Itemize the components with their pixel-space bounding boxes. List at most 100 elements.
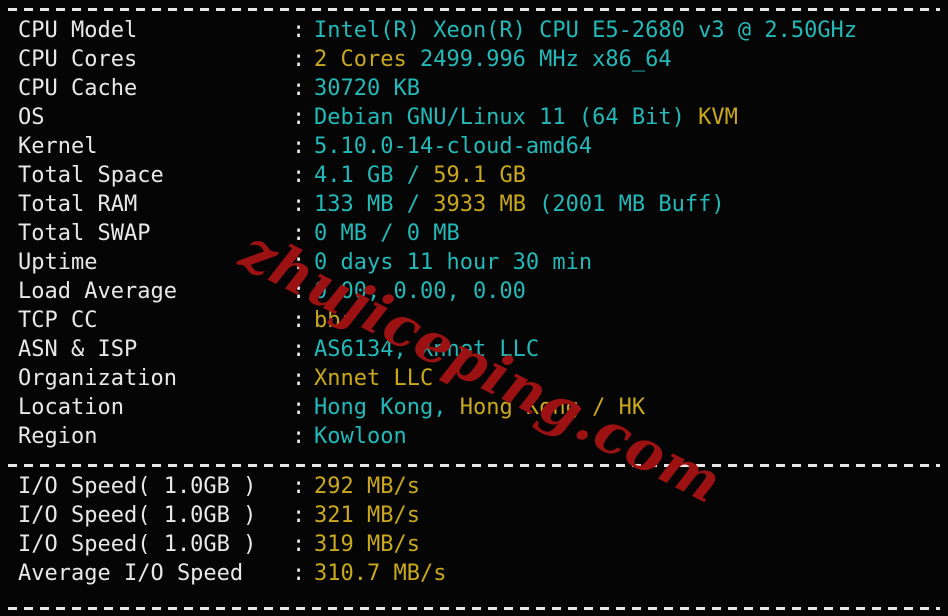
io-speed-label: Average I/O Speed: [18, 561, 244, 586]
colon-separator: :: [292, 76, 306, 101]
colon-separator: :: [292, 221, 306, 246]
system-info-value-segment: Hong Kong,: [314, 395, 460, 420]
system-info-label: Total Space: [18, 163, 164, 188]
system-info-value: Kowloon: [314, 422, 407, 451]
separator-middle: [8, 464, 940, 467]
system-info-label: Uptime: [18, 250, 98, 275]
system-info-value-segment: Xnnet LLC: [314, 366, 434, 391]
colon-separator: :: [292, 395, 306, 420]
system-info-value-segment: 5.10.0-14-cloud-amd64: [314, 134, 593, 159]
io-speed-value: 310.7 MB/s: [314, 559, 446, 588]
system-info-value-segment: Debian GNU/Linux 11 (64 Bit): [314, 105, 699, 130]
system-info-value-segment: 0 MB / 0 MB: [314, 221, 460, 246]
colon-separator: :: [292, 279, 306, 304]
system-info-row: Total Space:4.1 GB / 59.1 GB: [0, 161, 948, 190]
system-info-value: Debian GNU/Linux 11 (64 Bit) KVM: [314, 103, 738, 132]
io-speed-value-segment: 292 MB/s: [314, 474, 420, 499]
io-speed-value-segment: 321 MB/s: [314, 503, 420, 528]
system-info-value: 133 MB / 3933 MB (2001 MB Buff): [314, 190, 725, 219]
colon-separator: :: [292, 474, 306, 499]
system-info-label: Kernel: [18, 134, 98, 159]
system-info-value: 0 days 11 hour 30 min: [314, 248, 592, 277]
system-info-value: Hong Kong, Hong Kong / HK: [314, 393, 645, 422]
system-info-value-segment: 0.00, 0.00, 0.00: [314, 279, 526, 304]
system-info-row: CPU Cores:2 Cores 2499.996 MHz x86_64: [0, 45, 948, 74]
system-info-label: ASN & ISP: [18, 337, 138, 362]
io-speed-row: Average I/O Speed:310.7 MB/s: [0, 559, 948, 588]
system-info-row: OS: Debian GNU/Linux 11 (64 Bit) KVM: [0, 103, 948, 132]
system-info-value: Xnnet LLC: [314, 364, 433, 393]
system-info-row: TCP CC: bbr: [0, 306, 948, 335]
system-info-value: 5.10.0-14-cloud-amd64: [314, 132, 592, 161]
system-info-row: Location: Hong Kong, Hong Kong / HK: [0, 393, 948, 422]
system-info-row: Organization: Xnnet LLC: [0, 364, 948, 393]
io-speed-value: 321 MB/s: [314, 501, 420, 530]
system-info-value-segment: Hong Kong / HK: [459, 395, 646, 420]
system-info-row: Region: Kowloon: [0, 422, 948, 451]
io-speed-label: I/O Speed( 1.0GB ): [18, 532, 257, 557]
io-benchmark-section: I/O Speed( 1.0GB ):292 MB/s I/O Speed( 1.…: [0, 472, 948, 588]
system-info-label: CPU Model: [18, 18, 138, 43]
io-speed-value: 319 MB/s: [314, 530, 420, 559]
system-info-label: CPU Cores: [18, 47, 138, 72]
system-info-value-segment: 2 Cores: [314, 47, 420, 72]
system-info-row: CPU Model: Intel(R) Xeon(R) CPU E5-2680 v…: [0, 16, 948, 45]
system-info-value: 0.00, 0.00, 0.00: [314, 277, 526, 306]
colon-separator: :: [292, 250, 306, 275]
colon-separator: :: [292, 366, 306, 391]
system-info-label: Total SWAP: [18, 221, 151, 246]
colon-separator: :: [292, 192, 306, 217]
system-info-value-segment: 0 days 11 hour 30 min: [314, 250, 593, 275]
io-speed-label: I/O Speed( 1.0GB ): [18, 474, 257, 499]
colon-separator: :: [292, 532, 306, 557]
io-speed-row: I/O Speed( 1.0GB ):292 MB/s: [0, 472, 948, 501]
system-info-value-segment: 30720 KB: [314, 76, 420, 101]
colon-separator: :: [292, 163, 306, 188]
system-info-value-segment: Intel(R) Xeon(R) CPU E5-2680 v3 @ 2.50GH…: [314, 18, 858, 43]
system-info-row: Load Average:0.00, 0.00, 0.00: [0, 277, 948, 306]
system-info-value-segment: 59.1 GB: [433, 163, 526, 188]
system-info-value-segment: 3933 MB: [433, 192, 526, 217]
system-info-value-segment: 2499.996 MHz x86_64: [419, 47, 672, 72]
system-info-value-segment: bbr: [314, 308, 354, 333]
system-info-value: bbr: [314, 306, 354, 335]
system-info-section: CPU Model: Intel(R) Xeon(R) CPU E5-2680 v…: [0, 16, 948, 451]
colon-separator: :: [292, 337, 306, 362]
colon-separator: :: [292, 308, 306, 333]
io-speed-label: I/O Speed( 1.0GB ): [18, 503, 257, 528]
separator-top: [8, 8, 940, 11]
colon-separator: :: [292, 424, 306, 449]
separator-bottom: [8, 607, 940, 610]
system-info-value: Intel(R) Xeon(R) CPU E5-2680 v3 @ 2.50GH…: [314, 16, 857, 45]
system-info-value-segment: AS6134, Xnnet LLC: [314, 337, 540, 362]
system-info-value-segment: KVM: [698, 105, 738, 130]
system-info-label: Total RAM: [18, 192, 138, 217]
system-info-row: Total RAM:133 MB / 3933 MB (2001 MB Buff…: [0, 190, 948, 219]
colon-separator: :: [292, 561, 306, 586]
terminal-window: CPU Model: Intel(R) Xeon(R) CPU E5-2680 v…: [0, 0, 948, 616]
colon-separator: :: [292, 503, 306, 528]
system-info-value: AS6134, Xnnet LLC: [314, 335, 539, 364]
system-info-value-segment: 133 MB /: [314, 192, 434, 217]
io-speed-row: I/O Speed( 1.0GB ):321 MB/s: [0, 501, 948, 530]
system-info-value-segment: Kowloon: [314, 424, 407, 449]
io-speed-value-segment: 310.7 MB/s: [314, 561, 447, 586]
system-info-value: 2 Cores 2499.996 MHz x86_64: [314, 45, 672, 74]
system-info-label: Region: [18, 424, 98, 449]
system-info-label: OS: [18, 105, 45, 130]
system-info-row: Uptime:0 days 11 hour 30 min: [0, 248, 948, 277]
system-info-label: TCP CC: [18, 308, 98, 333]
system-info-value-segment: 4.1 GB /: [314, 163, 434, 188]
system-info-value-segment: (2001 MB Buff): [525, 192, 725, 217]
system-info-value: 0 MB / 0 MB: [314, 219, 460, 248]
system-info-label: Load Average: [18, 279, 177, 304]
system-info-value: 30720 KB: [314, 74, 420, 103]
io-speed-value-segment: 319 MB/s: [314, 532, 420, 557]
system-info-row: Kernel:5.10.0-14-cloud-amd64: [0, 132, 948, 161]
colon-separator: :: [292, 105, 306, 130]
system-info-label: Location: [18, 395, 124, 420]
system-info-label: CPU Cache: [18, 76, 138, 101]
io-speed-row: I/O Speed( 1.0GB ):319 MB/s: [0, 530, 948, 559]
colon-separator: :: [292, 18, 306, 43]
system-info-row: ASN & ISP: AS6134, Xnnet LLC: [0, 335, 948, 364]
